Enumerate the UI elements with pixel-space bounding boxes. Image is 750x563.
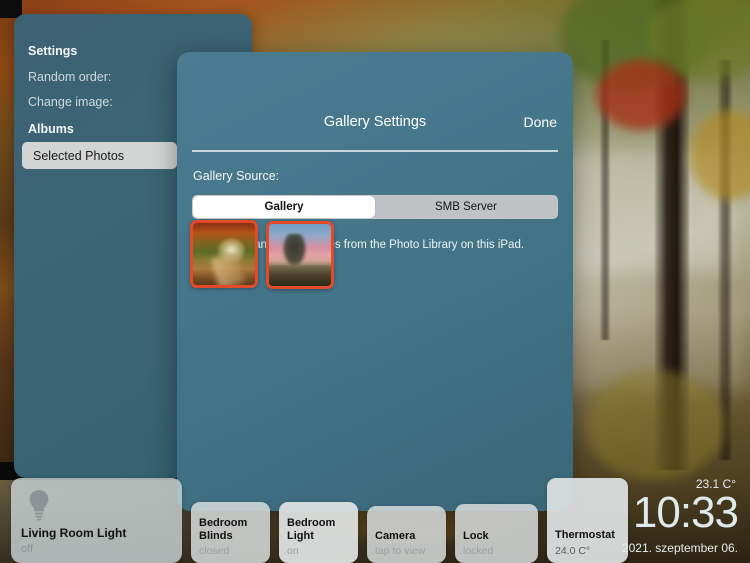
- dock-tile-living-room-light[interactable]: Living Room Light off: [11, 478, 182, 563]
- status-clock-cluster: 23.1 C° 10:33 2021. szeptember 06.: [616, 472, 744, 563]
- foliage: [596, 60, 686, 130]
- gallery-source-label: Gallery Source:: [193, 169, 280, 183]
- thumbnail-image: [193, 223, 255, 285]
- dock-tile-camera[interactable]: Camera tap to view: [367, 506, 446, 563]
- settings-panel-title: Settings: [28, 44, 78, 58]
- album-item-selected-photos[interactable]: Selected Photos: [22, 142, 177, 169]
- setting-change-image-label[interactable]: Change image:: [28, 95, 113, 109]
- albums-header: Albums: [28, 122, 74, 136]
- dock-tile-label: Lock: [463, 529, 489, 542]
- done-button[interactable]: Done: [524, 114, 557, 130]
- gallery-settings-modal: Gallery Settings Done Gallery Source: Ga…: [177, 52, 573, 511]
- foliage: [585, 370, 725, 480]
- dock-tile-bedroom-blinds[interactable]: Bedroom Blinds closed: [191, 502, 270, 563]
- clock-date: 2021. szeptember 06.: [621, 541, 738, 555]
- dock-tile-state: closed: [199, 545, 230, 557]
- dock-tile-state: tap to view: [375, 545, 426, 557]
- modal-title: Gallery Settings: [323, 114, 427, 130]
- lightbulb-icon: [29, 490, 49, 521]
- setting-random-order-label[interactable]: Random order:: [28, 70, 111, 84]
- modal-divider: [192, 150, 558, 152]
- dock-tile-label: Thermostat: [555, 528, 615, 541]
- dock-tile-bedroom-light[interactable]: Bedroom Light on: [279, 502, 358, 563]
- dock-tile-state: on: [287, 545, 299, 557]
- ipad-home-screen: Settings Random order: Change image: Alb…: [0, 0, 750, 563]
- dock-tile-label: Camera: [375, 529, 416, 542]
- dock-tile-label: Living Room Light: [21, 525, 127, 540]
- dock-tile-lock[interactable]: Lock locked: [455, 504, 538, 563]
- dock-tile-state: off: [21, 543, 34, 555]
- dock-tile-state: locked: [463, 545, 494, 557]
- segment-smb-server[interactable]: SMB Server: [375, 196, 557, 218]
- thumbnail-image: [269, 224, 331, 286]
- photo-thumbnail-autumn-forest-path[interactable]: [190, 220, 258, 288]
- photo-thumbnail-lone-tree-sunset[interactable]: [266, 221, 334, 289]
- dock-tile-label: Bedroom Blinds: [199, 517, 248, 542]
- segment-gallery[interactable]: Gallery: [193, 196, 375, 218]
- gallery-source-segmented-control[interactable]: Gallery SMB Server: [192, 195, 558, 219]
- dock-tile-label: Bedroom Light: [287, 517, 336, 542]
- dock-tile-state: 24.0 C°: [555, 545, 591, 557]
- clock-time: 10:33: [632, 488, 739, 537]
